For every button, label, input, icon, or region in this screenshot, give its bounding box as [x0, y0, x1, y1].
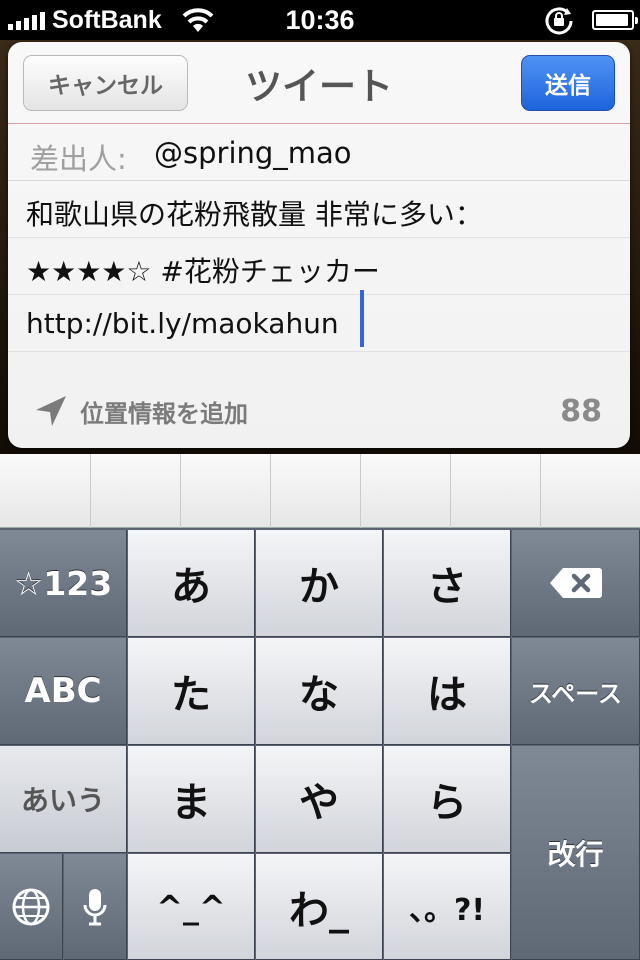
key-punctuation[interactable]: 、。?! [384, 854, 511, 960]
space-key[interactable]: スペース [512, 638, 640, 745]
tweet-text: http://bit.ly/maokahun [26, 307, 339, 340]
key-wa[interactable]: わ_ [256, 854, 383, 960]
tweet-sheet: キャンセル ツイート 送信 差出人: @spring_mao 和歌山県の花粉飛散… [8, 42, 630, 448]
numbers-key[interactable]: ☆123 [0, 530, 127, 637]
delete-key[interactable] [512, 530, 640, 637]
tweet-text-line[interactable]: ★★★★☆ #花粉チェッカー [8, 239, 630, 295]
key-sa[interactable]: さ [384, 530, 511, 637]
key-ta[interactable]: た [128, 638, 255, 745]
location-arrow-icon [36, 396, 66, 426]
key-ka[interactable]: か [256, 530, 383, 637]
dictation-key[interactable] [64, 854, 127, 960]
candidate-bar[interactable] [0, 454, 640, 528]
add-location-button[interactable]: 位置情報を追加 [32, 392, 248, 430]
sheet-header: キャンセル ツイート 送信 [8, 42, 630, 124]
key-na[interactable]: な [256, 638, 383, 745]
backspace-icon [549, 568, 602, 598]
key-ya[interactable]: や [256, 746, 383, 853]
return-key[interactable]: 改行 [512, 746, 640, 960]
rotation-lock-icon [545, 7, 573, 35]
from-account[interactable]: @spring_mao [154, 136, 352, 170]
japanese-kana-keyboard: ☆123 あ か さ ABC た な は スペース あいう ま や ら 改行 ^… [0, 454, 640, 960]
abc-key[interactable]: ABC [0, 638, 127, 745]
key-kaomoji[interactable]: ^_^ [128, 854, 255, 960]
tweet-text: 和歌山県の花粉飛散量 非常に多い： [26, 198, 483, 231]
tweet-text: ★★★★☆ #花粉チェッカー [26, 255, 380, 288]
key-ra[interactable]: ら [384, 746, 511, 853]
tweet-text-line[interactable]: 和歌山県の花粉飛散量 非常に多い： [8, 182, 630, 238]
key-a[interactable]: あ [128, 530, 255, 637]
key-ma[interactable]: ま [128, 746, 255, 853]
key-ha[interactable]: は [384, 638, 511, 745]
battery-icon [592, 10, 638, 30]
status-bar: SoftBank 10:36 [0, 0, 640, 40]
text-cursor [360, 290, 364, 347]
globe-key[interactable] [0, 854, 63, 960]
send-button[interactable]: 送信 [521, 55, 615, 111]
tweet-text-line[interactable]: http://bit.ly/maokahun [8, 296, 630, 352]
from-label: 差出人: [30, 142, 127, 176]
add-location-label: 位置情報を追加 [80, 399, 248, 428]
character-count: 88 [560, 394, 602, 429]
from-account-row[interactable]: 差出人: @spring_mao [8, 125, 630, 181]
microphone-icon [83, 888, 107, 925]
globe-icon [12, 888, 50, 925]
kana-mode-key[interactable]: あいう [0, 746, 127, 853]
battery-level [596, 14, 629, 26]
